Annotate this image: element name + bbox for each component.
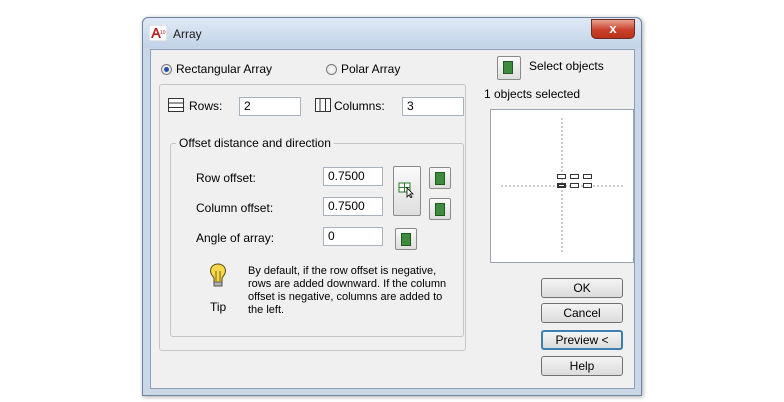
preview-button[interactable]: Preview < — [541, 330, 623, 350]
row-offset-input[interactable]: 0.7500 — [323, 167, 383, 186]
pick-both-offsets-icon — [398, 182, 414, 198]
lightbulb-icon — [209, 263, 227, 287]
preview-cell-source — [557, 183, 566, 188]
array-preview — [490, 109, 634, 263]
ok-button[interactable]: OK — [541, 278, 623, 298]
select-objects-button[interactable] — [497, 56, 521, 80]
preview-cell — [583, 183, 592, 188]
polar-array-label: Polar Array — [341, 62, 401, 76]
columns-label: Columns: — [334, 99, 385, 113]
preview-cell — [583, 174, 592, 179]
selection-status: 1 objects selected — [484, 87, 581, 101]
polar-array-radio[interactable]: Polar Array — [326, 62, 400, 76]
close-button[interactable]: x — [591, 19, 635, 39]
rows-input[interactable]: 2 — [239, 97, 301, 116]
window-title: Array — [173, 27, 202, 41]
offset-group-title: Offset distance and direction — [176, 136, 334, 150]
radio-unselected-icon — [326, 63, 337, 75]
tip-text: By default, if the row offset is negativ… — [248, 265, 447, 316]
select-objects-icon — [503, 61, 513, 74]
pick-row-offset-button[interactable] — [429, 167, 451, 189]
title-bar[interactable]: 10 Array x — [143, 18, 641, 48]
preview-cell — [570, 183, 579, 188]
pick-column-offset-button[interactable] — [429, 198, 451, 220]
tip-label: Tip — [210, 300, 227, 314]
column-offset-input[interactable]: 0.7500 — [323, 197, 383, 216]
rectangular-array-label: Rectangular Array — [176, 62, 273, 76]
dialog-body: Rectangular Array Polar Array Select obj… — [150, 49, 635, 389]
rectangular-array-radio[interactable]: Rectangular Array — [161, 62, 272, 76]
columns-grid-icon — [315, 98, 331, 112]
pick-angle-icon — [401, 233, 411, 246]
pick-row-offset-icon — [435, 172, 445, 185]
pick-angle-button[interactable] — [395, 228, 417, 250]
preview-cell — [570, 174, 579, 179]
columns-input[interactable]: 3 — [402, 97, 464, 116]
preview-cell — [557, 174, 566, 179]
cancel-button[interactable]: Cancel — [541, 303, 623, 323]
svg-text:10: 10 — [160, 30, 166, 36]
pick-both-offsets-button[interactable] — [393, 166, 421, 216]
rows-grid-icon — [168, 98, 184, 112]
row-offset-label: Row offset: — [196, 171, 256, 185]
pick-column-offset-icon — [435, 203, 445, 216]
select-objects-label: Select objects — [529, 59, 604, 73]
angle-input[interactable]: 0 — [323, 227, 383, 246]
rows-label: Rows: — [189, 99, 223, 113]
column-offset-label: Column offset: — [196, 201, 274, 215]
array-dialog: 10 Array x Rectangular Array Polar Array… — [142, 17, 642, 396]
autocad-app-icon: 10 — [149, 25, 167, 41]
angle-of-array-label: Angle of array: — [196, 231, 275, 245]
radio-selected-icon — [161, 63, 172, 75]
help-button[interactable]: Help — [541, 356, 623, 376]
